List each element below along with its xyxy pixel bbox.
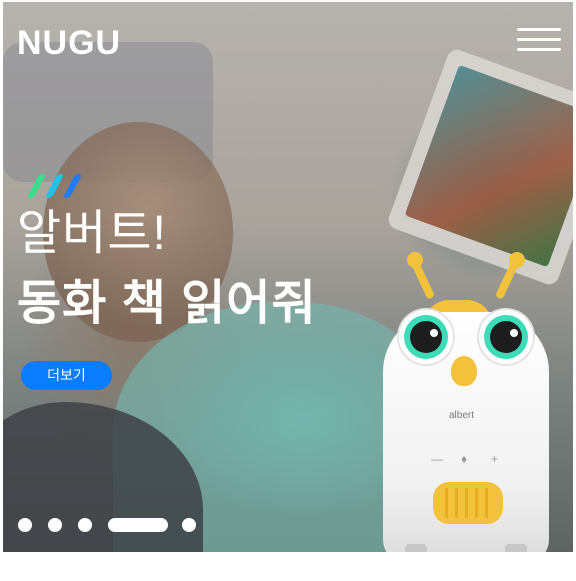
page-bottom-area [0,552,576,581]
nugu-logo[interactable]: NUGU [17,24,121,63]
hero-title-line2: 동화 책 읽어줘 [17,277,317,330]
more-button[interactable]: 더보기 [21,361,112,390]
carousel-dot-4-active[interactable] [108,518,168,532]
hero-title-line1: 알버트! [17,207,167,260]
albert-brand-label: albert [449,410,475,421]
carousel-dot-2[interactable] [48,518,62,532]
carousel-dot-1[interactable] [18,518,32,532]
hamburger-menu-icon[interactable] [515,24,563,56]
hero-banner: NUGU 알버트! 동화 책 읽어줘 더보기 albert — ♦ + [3,2,573,552]
albert-robot-image: albert — ♦ + [375,252,555,552]
carousel-dot-5[interactable] [182,518,196,532]
slash-accent-icon [26,174,97,202]
carousel-dot-3[interactable] [78,518,92,532]
